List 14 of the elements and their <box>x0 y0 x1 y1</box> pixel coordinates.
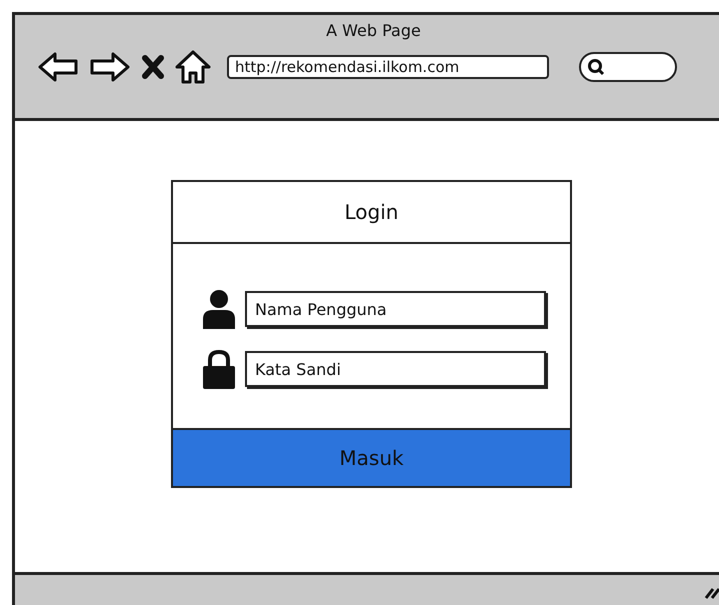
forward-icon[interactable] <box>89 51 131 83</box>
search-icon <box>587 58 605 76</box>
close-icon[interactable] <box>141 54 165 80</box>
address-field[interactable]: http://rekomendasi.ilkom.com <box>227 55 549 79</box>
back-icon[interactable] <box>37 51 79 83</box>
lock-icon <box>201 349 237 389</box>
password-field[interactable]: Kata Sandi <box>245 351 546 387</box>
window-title: A Web Page <box>326 21 421 40</box>
home-icon[interactable] <box>175 50 211 84</box>
username-field[interactable]: Nama Pengguna <box>245 291 546 327</box>
user-icon <box>201 289 237 329</box>
login-button[interactable]: Masuk <box>173 428 570 486</box>
login-title: Login <box>344 200 398 224</box>
search-field[interactable] <box>579 52 677 82</box>
